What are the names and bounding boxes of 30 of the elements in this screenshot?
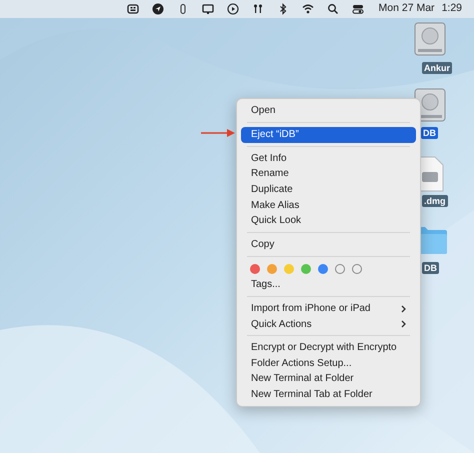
play-icon[interactable] [226, 3, 239, 15]
menu-bar-date[interactable]: Mon 27 Mar [378, 1, 435, 17]
menu-item[interactable]: New Terminal Tab at Folder [241, 386, 416, 402]
control-center-icon[interactable] [352, 3, 364, 15]
menu-item[interactable]: Copy [241, 236, 416, 252]
display-icon[interactable] [202, 3, 214, 15]
desktop-icon-label[interactable]: .dmg [422, 195, 448, 207]
location-icon[interactable] [152, 3, 164, 15]
menu-bar-time[interactable]: 1:29 [442, 1, 462, 17]
menu-item[interactable]: Duplicate [241, 182, 416, 198]
menu-item[interactable]: Folder Actions Setup... [241, 356, 416, 372]
menu-item[interactable]: Rename [241, 166, 416, 182]
grid-icon[interactable] [126, 3, 139, 15]
menu-item[interactable]: Make Alias [241, 197, 416, 213]
menu-item[interactable]: Eject “iDB” [241, 126, 416, 143]
arrow-annotation [201, 129, 235, 137]
menu-item[interactable]: Tags... [241, 277, 416, 293]
wifi-icon[interactable] [302, 3, 314, 15]
menu-item[interactable]: Open [241, 103, 416, 119]
menu-item[interactable]: Encrypt or Decrypt with Encrypto [241, 340, 416, 356]
desktop-icon-label[interactable]: Ankur [422, 62, 452, 74]
menu-item[interactable]: Get Info [241, 150, 416, 166]
menu-item[interactable]: Quick Actions [241, 316, 416, 332]
menu-item[interactable]: New Terminal at Folder [241, 371, 416, 387]
search-icon[interactable] [326, 3, 339, 15]
menu-item[interactable]: Import from iPhone or iPad [241, 300, 416, 316]
menu-item[interactable]: Quick Look [241, 212, 416, 229]
desktop-icon-label[interactable]: DB [422, 262, 439, 274]
desktop-icon-label[interactable]: DB [421, 127, 438, 139]
earbuds-icon[interactable] [252, 3, 264, 15]
